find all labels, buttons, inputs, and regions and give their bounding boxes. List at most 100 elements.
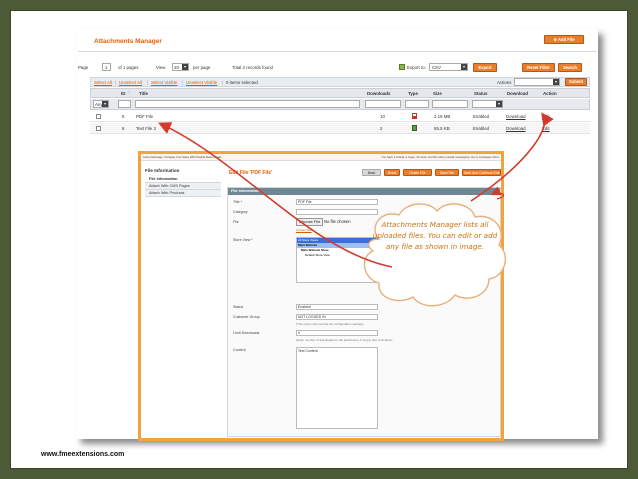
chevron-down-icon: ▾ [182, 64, 188, 70]
export-button[interactable]: Export [473, 63, 497, 72]
grid-header: ID ↑ Title Downloads Type Size Status Do… [90, 88, 590, 98]
separator: | [222, 80, 224, 85]
view-label: View [156, 65, 166, 70]
downloads-filter-input[interactable] [365, 100, 401, 108]
customer-group-label: Customer Group [233, 315, 260, 319]
status-filter-select[interactable]: ▾ [472, 100, 503, 108]
of-pages-text: of 1 pages [118, 65, 139, 70]
title-label: Title * [233, 200, 243, 204]
submit-button[interactable]: Submit [565, 78, 587, 86]
table-row[interactable]: 6 Text File 2 2 55.5 KB Enabled Download… [90, 123, 590, 134]
store-view-label: Store View * [233, 238, 253, 242]
row-status: Enabled [473, 114, 490, 119]
row-downloads: 10 [380, 114, 385, 119]
admin-message-bar: Latest Message: Increase Your Sales With… [141, 154, 501, 161]
download-link[interactable]: Download [506, 114, 526, 119]
export-format-select[interactable]: CSV ▾ [429, 63, 468, 71]
per-page-value: 20 [174, 65, 179, 70]
row-id: 5 [122, 114, 125, 119]
page-title: Attachments Manager [94, 38, 162, 45]
unread-messages: You have 1 critical, 4 major, 33 minor a… [381, 155, 499, 159]
edit-link[interactable]: Edit [542, 126, 550, 131]
page-value: 1 [105, 65, 108, 70]
download-link[interactable]: Download [506, 126, 526, 131]
col-action: Action [543, 91, 557, 96]
edit-link[interactable]: Edit [542, 114, 550, 119]
size-filter-input[interactable] [432, 100, 468, 108]
export-label: Export to: [407, 65, 426, 70]
search-button[interactable]: Search [558, 63, 582, 72]
text-file-icon [412, 125, 417, 131]
section-header: File Information [228, 188, 500, 195]
col-id[interactable]: ID [121, 91, 125, 96]
col-size[interactable]: Size [433, 91, 442, 96]
delete-file-button[interactable]: Delete File [403, 169, 432, 176]
unselect-all-link[interactable]: Unselect All [119, 80, 142, 85]
title-filter-input[interactable] [135, 100, 360, 108]
callout-text: Attachments Manager lists all uploaded f… [372, 220, 498, 251]
row-checkbox[interactable] [96, 126, 101, 131]
selected-count: 0 items selected [226, 80, 258, 85]
choose-file-button[interactable]: Choose File [296, 218, 324, 226]
type-filter-input[interactable] [405, 100, 429, 108]
reset-filter-button[interactable]: Reset Filter [522, 63, 555, 72]
current-file-link[interactable]: Current File [296, 228, 312, 232]
category-label: Category [233, 210, 248, 214]
sort-arrow-icon: ↑ [128, 90, 131, 95]
no-file-chosen: No file chosen [324, 219, 351, 224]
callout-cloud [363, 203, 507, 307]
add-file-button[interactable]: ⊕ Add File [544, 35, 584, 44]
customer-group-select[interactable]: NOT LOGGED IN [296, 314, 378, 320]
save-continue-button[interactable]: Save And Continue Edit [462, 169, 501, 176]
col-status[interactable]: Status [474, 91, 487, 96]
sidebar-item-file-information[interactable]: File Information [145, 176, 221, 183]
sidebar-item-cms-pages[interactable]: Attach With CMS Pages [145, 183, 221, 190]
customer-group-hint: (This option will override the configura… [296, 322, 364, 326]
sidebar-heading: File Information [145, 168, 180, 173]
any-filter-select[interactable]: Any ▾ [93, 100, 109, 108]
file-label: File [233, 220, 239, 224]
latest-message: Latest Message: Increase Your Sales With… [143, 155, 222, 159]
row-title: Text File 2 [136, 126, 157, 131]
add-file-label: Add File [558, 37, 575, 42]
row-id: 6 [122, 126, 125, 131]
select-all-link[interactable]: Select All [94, 80, 112, 85]
page-input[interactable]: 1 [102, 63, 111, 71]
back-button[interactable]: Back [362, 169, 381, 176]
chevron-down-icon: ▾ [102, 101, 108, 107]
status-label: Status [233, 305, 244, 309]
row-size: 2.15 MB [434, 114, 451, 119]
per-page-text: per page [193, 65, 211, 70]
per-page-select[interactable]: 20 ▾ [172, 63, 189, 71]
actions-label: Actions [497, 80, 512, 85]
id-filter-input[interactable] [118, 100, 131, 108]
col-downloads[interactable]: Downloads [367, 91, 390, 96]
massaction-bar: Select All | Unselect All | Select Visib… [90, 77, 590, 87]
chevron-down-icon: ▾ [496, 101, 502, 107]
col-download: Download [507, 91, 528, 96]
actions-select[interactable]: ▾ [514, 78, 560, 86]
row-status: Enabled [473, 126, 490, 131]
page-label: Page [78, 65, 89, 70]
separator: | [147, 80, 149, 85]
pdf-icon [412, 113, 417, 119]
footer-url: www.fmeextensions.com [41, 451, 125, 458]
unselect-visible-link[interactable]: Unselect Visible [186, 80, 217, 85]
divider [78, 51, 596, 52]
filter-row: Any ▾ ▾ [90, 99, 590, 110]
col-title[interactable]: Title [139, 91, 148, 96]
chevron-down-icon: ▾ [461, 64, 467, 70]
content-textarea[interactable]: Text Content [296, 347, 378, 429]
save-file-button[interactable]: Save File [435, 169, 459, 176]
chevron-down-icon: ▾ [553, 79, 559, 85]
limit-downloads-input[interactable]: 0 [296, 330, 378, 336]
select-visible-link[interactable]: Select Visible [151, 80, 177, 85]
row-checkbox[interactable] [96, 114, 101, 119]
col-type[interactable]: Type [408, 91, 418, 96]
row-size: 55.5 KB [434, 126, 450, 131]
table-row[interactable]: 5 PDF File 10 2.15 MB Enabled Download E… [90, 111, 590, 122]
sidebar: File Information File Information Attach… [145, 168, 221, 197]
reset-button[interactable]: Reset [384, 169, 400, 176]
slide-frame: Attachments Manager ⊕ Add File Page 1 of… [10, 10, 628, 469]
sidebar-item-products[interactable]: Attach With Products [145, 190, 221, 197]
